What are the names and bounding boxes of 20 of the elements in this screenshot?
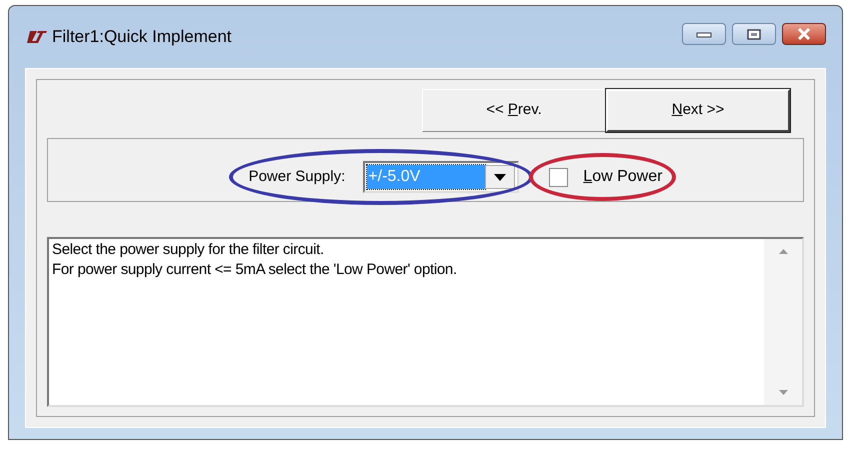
prev-button[interactable]: << Prev. bbox=[422, 89, 606, 132]
help-text-line: Select the power supply for the filter circuit. bbox=[52, 240, 324, 260]
maximize-button[interactable] bbox=[732, 23, 776, 45]
help-text-line: For power supply current <= 5mA select the 'Low Power' option. bbox=[52, 260, 457, 280]
close-icon[interactable] bbox=[797, 28, 811, 40]
minimize-icon[interactable] bbox=[696, 30, 712, 38]
scroll-down-icon[interactable] bbox=[778, 390, 788, 395]
scroll-up-icon[interactable] bbox=[778, 249, 788, 254]
help-text-box[interactable]: Select the power supply for the filter circuit. For power supply current <= 5mA select the 'Low Power' option. bbox=[47, 237, 804, 407]
window-title: Filter1:Quick Implement bbox=[52, 26, 232, 48]
next-button[interactable]: Next >> bbox=[606, 89, 790, 132]
low-power-checkbox[interactable] bbox=[549, 168, 568, 186]
low-power-label[interactable]: Low Power bbox=[583, 165, 662, 189]
power-supply-label: Power Supply: bbox=[248, 166, 346, 187]
maximize-icon[interactable] bbox=[747, 28, 761, 40]
logo-icon bbox=[25, 31, 47, 43]
close-button[interactable] bbox=[782, 23, 826, 45]
minimize-button[interactable] bbox=[682, 23, 726, 45]
scrollbar[interactable] bbox=[764, 239, 802, 405]
dropdown-arrow-icon[interactable] bbox=[494, 174, 506, 180]
